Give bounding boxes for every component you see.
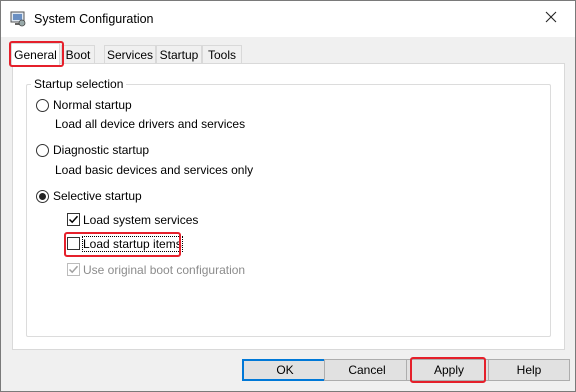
tab-startup-label: Startup xyxy=(159,48,199,62)
system-configuration-window: System Configuration General Boot Servic… xyxy=(0,0,576,392)
cancel-button[interactable]: Cancel xyxy=(324,359,410,381)
msconfig-icon xyxy=(10,11,26,27)
normal-startup-radio[interactable] xyxy=(36,99,49,112)
selective-startup-radio[interactable] xyxy=(36,190,49,203)
selective-startup-label[interactable]: Selective startup xyxy=(53,189,142,203)
diagnostic-startup-label[interactable]: Diagnostic startup xyxy=(53,143,149,157)
tab-tools[interactable]: Tools xyxy=(202,45,242,64)
checkmark-icon xyxy=(68,215,79,224)
normal-startup-label[interactable]: Normal startup xyxy=(53,98,132,112)
ok-button[interactable]: OK xyxy=(242,359,328,381)
tab-boot[interactable]: Boot xyxy=(61,45,95,64)
close-button[interactable] xyxy=(529,2,573,34)
general-tab-panel: Startup selection Normal startup Load al… xyxy=(12,63,565,350)
load-startup-items-checkbox[interactable] xyxy=(67,237,80,250)
load-startup-items-label[interactable]: Load startup items xyxy=(82,236,183,252)
apply-button[interactable]: Apply xyxy=(406,359,492,381)
help-button[interactable]: Help xyxy=(488,359,570,381)
checkmark-icon xyxy=(68,265,79,274)
tab-boot-label: Boot xyxy=(65,48,91,62)
title-bar: System Configuration xyxy=(1,1,575,37)
startup-selection-legend: Startup selection xyxy=(31,77,127,91)
use-original-boot-config-checkbox[interactable] xyxy=(67,263,80,276)
load-system-services-checkbox[interactable] xyxy=(67,213,80,226)
use-original-boot-config-label[interactable]: Use original boot configuration xyxy=(83,263,245,277)
window-title: System Configuration xyxy=(34,12,154,26)
tab-general[interactable]: General xyxy=(11,43,60,65)
tab-services[interactable]: Services xyxy=(104,45,156,64)
tab-tools-label: Tools xyxy=(207,48,236,62)
close-icon xyxy=(545,11,557,26)
diagnostic-startup-description: Load basic devices and services only xyxy=(55,163,254,177)
tab-startup[interactable]: Startup xyxy=(156,45,202,64)
load-system-services-label[interactable]: Load system services xyxy=(83,213,198,227)
normal-startup-description: Load all device drivers and services xyxy=(55,117,246,131)
diagnostic-startup-radio[interactable] xyxy=(36,144,49,157)
tab-general-label: General xyxy=(14,47,57,62)
tab-services-label: Services xyxy=(106,48,153,62)
